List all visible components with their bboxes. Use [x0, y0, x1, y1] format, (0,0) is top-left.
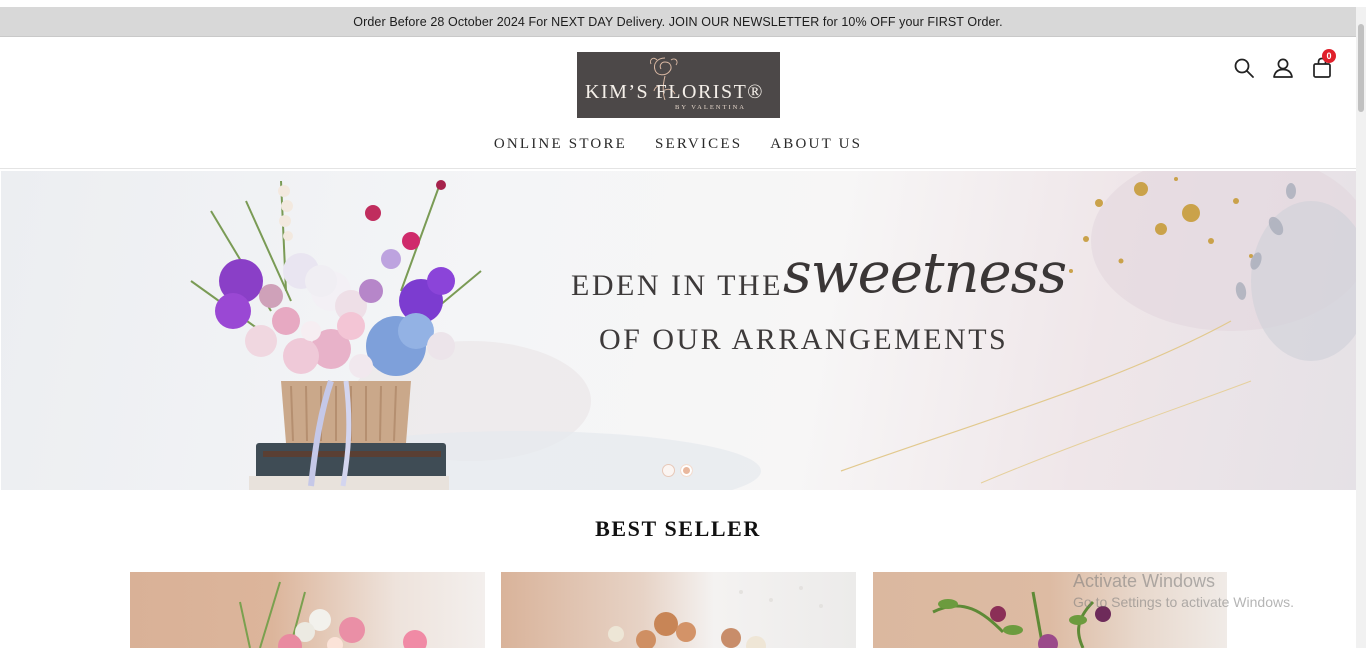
hero-subheadline: OF OUR ARRANGEMENTS	[599, 323, 1009, 356]
carousel-dot-2[interactable]	[680, 464, 693, 477]
nav-services[interactable]: SERVICES	[655, 136, 742, 153]
main-nav: ONLINE STORE SERVICES ABOUT US	[0, 136, 1356, 153]
product-image-2	[608, 586, 823, 648]
hero-banner[interactable]: EDEN IN THE sweetness OF OUR ARRANGEMENT…	[1, 171, 1356, 490]
shopping-bag-icon[interactable]: 0	[1310, 49, 1336, 80]
hero-script-word: sweetness	[783, 241, 1067, 306]
nav-about-us[interactable]: ABOUT US	[770, 136, 862, 153]
user-icon[interactable]	[1271, 56, 1295, 80]
announcement-text: Order Before 28 October 2024 For NEXT DA…	[353, 14, 1003, 29]
product-image-1	[239, 581, 427, 648]
logo[interactable]: KIM’S FLORIST® BY VALENTINA	[577, 52, 780, 118]
logo-subtitle: BY VALENTINA	[675, 104, 747, 111]
hero-headline: EDEN IN THE	[571, 269, 783, 302]
best-seller-title: BEST SELLER	[595, 516, 761, 541]
page-scrollbar[interactable]	[1356, 7, 1366, 648]
logo-brand: KIM’S FLORIST®	[585, 81, 764, 103]
search-icon[interactable]	[1232, 56, 1256, 80]
watermark-title: Activate Windows	[1073, 571, 1216, 591]
site-header: KIM’S FLORIST® BY VALENTINA ONLINE STORE…	[0, 38, 1356, 169]
scrollbar-thumb[interactable]	[1358, 24, 1364, 112]
announcement-bar: Order Before 28 October 2024 For NEXT DA…	[0, 7, 1356, 37]
nav-online-store[interactable]: ONLINE STORE	[494, 136, 627, 153]
cart-count-badge: 0	[1322, 49, 1336, 63]
header-actions: 0	[1232, 49, 1336, 80]
top-strip	[0, 0, 1366, 7]
watermark-subtitle: Go to Settings to activate Windows.	[1073, 594, 1294, 610]
windows-activation-watermark: Activate Windows Go to Settings to activ…	[1073, 571, 1294, 610]
carousel-dot-1[interactable]	[662, 464, 675, 477]
product-card-1[interactable]	[130, 572, 485, 648]
product-card-2[interactable]	[501, 572, 856, 648]
carousel-dots	[662, 464, 693, 477]
